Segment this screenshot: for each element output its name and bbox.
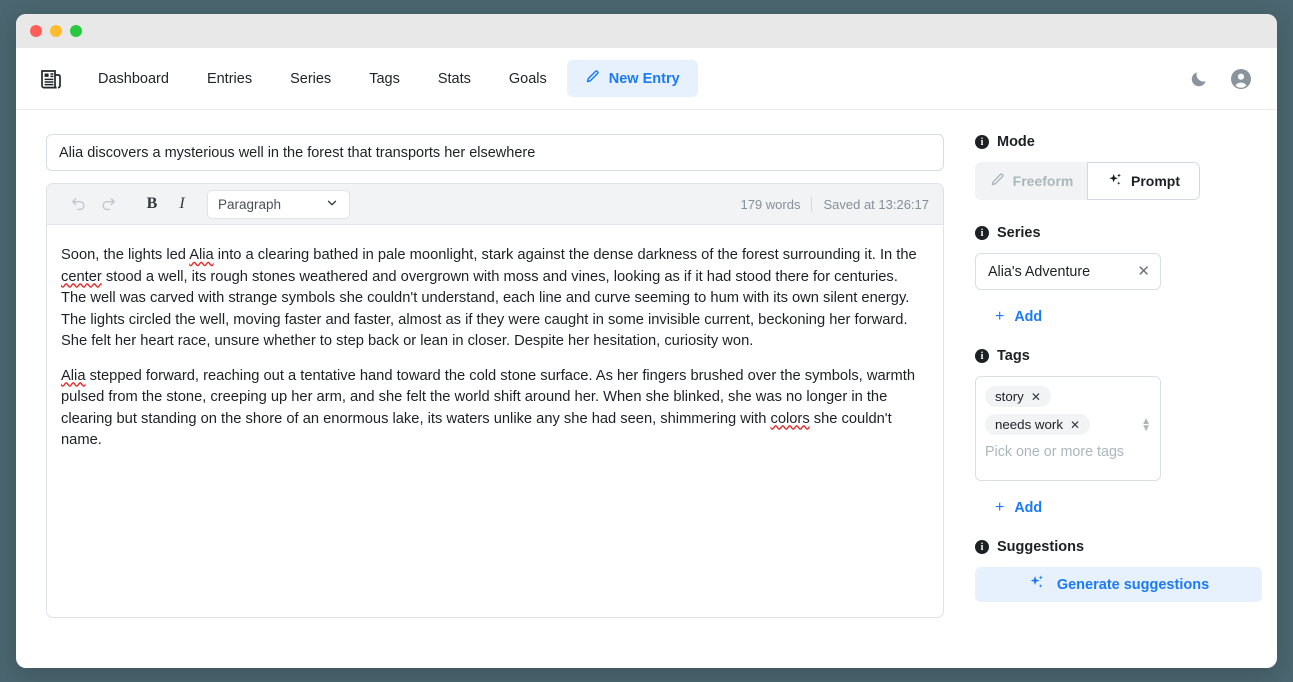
tags-field[interactable]: story ✕ needs work ✕ Pick one or more ta… [975,376,1161,481]
main-content: B I Paragraph 179 words Saved at 13:26:1… [16,110,1277,668]
mode-segmented-control: Freeform Prompt [975,162,1200,200]
undo-icon[interactable] [65,191,91,217]
nav-label: Entries [207,71,252,87]
nav-item-entries[interactable]: Entries [189,62,270,96]
window-close-button[interactable] [30,25,42,37]
info-icon[interactable]: i [975,540,989,554]
nav-label: Tags [369,71,400,87]
section-title: Tags [997,348,1030,364]
spellcheck-word: colors [770,411,809,427]
editor-card: B I Paragraph 179 words Saved at 13:26:1… [46,183,944,618]
series-heading: i Series [975,225,1262,241]
tag-chip[interactable]: needs work ✕ [985,414,1090,435]
series-add-button[interactable]: + Add [995,308,1042,326]
user-avatar-icon[interactable] [1229,67,1253,91]
mode-heading: i Mode [975,134,1262,150]
editor-toolbar: B I Paragraph 179 words Saved at 13:26:1… [47,184,943,225]
nav-label: Series [290,71,331,87]
nav-item-series[interactable]: Series [272,62,349,96]
series-section: i Series Alia's Adventure ✕ + Add [975,225,1262,326]
nav-item-goals[interactable]: Goals [491,62,565,96]
section-title: Series [997,225,1041,241]
moon-icon[interactable] [1189,69,1209,89]
chevron-updown-icon[interactable]: ▲▼ [1141,418,1151,432]
mode-option-freeform[interactable]: Freeform [975,162,1087,200]
sparkle-icon [1028,574,1045,595]
nav-item-stats[interactable]: Stats [420,62,489,96]
italic-button[interactable]: I [169,191,195,217]
chevron-down-icon [325,196,339,213]
entry-body-editor[interactable]: Soon, the lights led Alia into a clearin… [47,225,943,617]
info-icon[interactable]: i [975,226,989,240]
nav-label: Goals [509,71,547,87]
tags-add-button[interactable]: + Add [995,499,1042,517]
sparkle-icon [1107,172,1123,191]
tags-heading: i Tags [975,348,1262,364]
mode-option-prompt[interactable]: Prompt [1087,162,1200,200]
pencil-icon [585,69,600,88]
nav-label: New Entry [609,71,680,87]
close-icon[interactable]: ✕ [1031,390,1041,404]
editor-column: B I Paragraph 179 words Saved at 13:26:1… [46,134,944,668]
mode-label: Freeform [1013,173,1074,189]
block-format-select[interactable]: Paragraph [207,190,350,219]
section-title: Mode [997,134,1035,150]
plus-icon: + [995,499,1004,517]
nav-label: Dashboard [98,71,169,87]
plus-icon: + [995,308,1004,326]
window-zoom-button[interactable] [70,25,82,37]
close-icon[interactable]: ✕ [1137,264,1150,279]
pencil-icon [990,172,1005,190]
nav-item-tags[interactable]: Tags [351,62,418,96]
nav-right-actions [1189,67,1253,91]
nav-links: Dashboard Entries Series Tags Stats Goal… [80,60,698,97]
section-title: Suggestions [997,539,1084,555]
bold-button[interactable]: B [139,191,165,217]
paragraph: Soon, the lights led Alia into a clearin… [61,245,923,353]
entry-sidebar: i Mode Freeform [960,134,1262,668]
tag-label: needs work [995,417,1063,432]
spellcheck-word: center [61,269,102,285]
mode-label: Prompt [1131,173,1180,189]
nav-item-new-entry[interactable]: New Entry [567,60,698,97]
series-value: Alia's Adventure [988,264,1090,280]
word-count: 179 words [740,197,800,212]
tags-section: i Tags story ✕ needs work ✕ Pick one or … [975,348,1262,517]
info-icon[interactable]: i [975,135,989,149]
suggestions-heading: i Suggestions [975,539,1262,555]
mode-section: i Mode Freeform [975,134,1262,200]
nav-item-dashboard[interactable]: Dashboard [80,62,187,96]
top-navigation-bar: Dashboard Entries Series Tags Stats Goal… [16,48,1277,110]
close-icon[interactable]: ✕ [1070,418,1080,432]
add-label: Add [1014,500,1042,516]
block-format-value: Paragraph [218,197,281,212]
redo-icon[interactable] [95,191,121,217]
suggestions-section: i Suggestions Generate suggestions [975,539,1262,602]
tags-input-placeholder[interactable]: Pick one or more tags [985,444,1150,460]
italic-label: I [179,195,184,213]
add-label: Add [1014,309,1042,325]
info-icon[interactable]: i [975,349,989,363]
app-window: Dashboard Entries Series Tags Stats Goal… [16,14,1277,668]
editor-status: 179 words Saved at 13:26:17 [740,197,929,212]
tag-label: story [995,389,1024,404]
tag-chip[interactable]: story ✕ [985,386,1051,407]
window-minimize-button[interactable] [50,25,62,37]
bold-label: B [147,195,158,213]
spellcheck-word: Alia [189,247,214,263]
generate-label: Generate suggestions [1057,577,1209,593]
nav-label: Stats [438,71,471,87]
newspaper-icon[interactable] [36,64,66,94]
entry-title-input[interactable] [46,134,944,171]
status-divider [811,197,812,212]
window-titlebar [16,14,1277,48]
spellcheck-word: Alia [61,368,86,384]
paragraph: Alia stepped forward, reaching out a ten… [61,366,923,452]
saved-status: Saved at 13:26:17 [823,197,929,212]
series-field[interactable]: Alia's Adventure ✕ [975,253,1161,290]
generate-suggestions-button[interactable]: Generate suggestions [975,567,1262,602]
